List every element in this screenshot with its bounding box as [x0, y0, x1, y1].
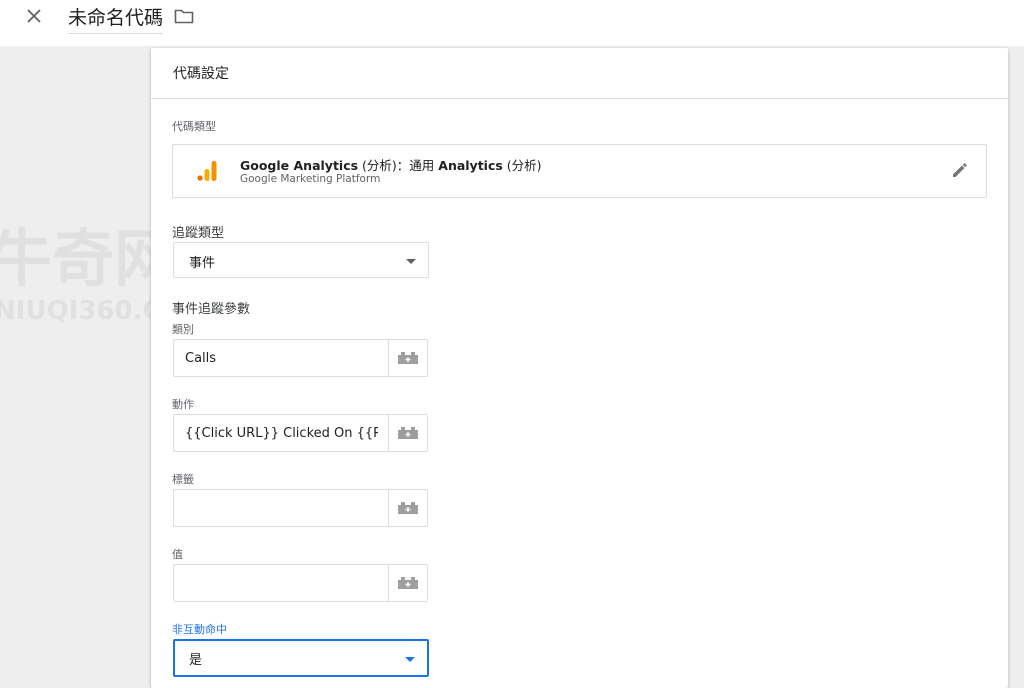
folder-icon[interactable]: [174, 8, 196, 26]
variable-picker-button[interactable]: [388, 340, 427, 376]
google-analytics-logo: [197, 161, 217, 181]
tag-type-name-end: (分析): [502, 158, 542, 173]
label-field: [173, 489, 428, 527]
tag-type-selector[interactable]: Google Analytics (分析)：通用 Analytics (分析) …: [172, 144, 987, 198]
pencil-icon[interactable]: [950, 160, 970, 180]
label-input[interactable]: [174, 490, 389, 526]
category-label: 類別: [172, 323, 194, 336]
variable-picker-button[interactable]: [388, 415, 427, 451]
tag-type-platform: Google Marketing Platform: [240, 173, 381, 185]
variable-brick-icon: [398, 427, 418, 439]
event-params-label: 事件追蹤參數: [172, 302, 251, 317]
variable-brick-icon: [398, 502, 418, 514]
chevron-down-icon: [406, 259, 416, 264]
tag-configuration-card: 代碼設定 代碼類型 Google Analytics (分析)：通用 Analy…: [151, 48, 1008, 688]
close-icon[interactable]: [24, 6, 44, 26]
non-interaction-select[interactable]: 是: [173, 639, 429, 677]
value-input[interactable]: [174, 565, 389, 601]
tag-type-name-bold2: Analytics: [438, 158, 503, 173]
variable-brick-icon: [398, 352, 418, 364]
tag-type-name: Google Analytics (分析)：通用 Analytics (分析): [240, 155, 542, 174]
chevron-down-icon: [405, 657, 415, 662]
action-field: [173, 414, 428, 452]
value-label: 值: [172, 548, 183, 561]
track-type-label: 追蹤類型: [172, 226, 225, 241]
action-input[interactable]: [174, 415, 389, 451]
card-title: 代碼設定: [151, 48, 1008, 99]
watermark-brand-left: 牛奇网: [0, 222, 177, 295]
variable-picker-button[interactable]: [388, 490, 427, 526]
tag-type-name-middle: (分析)：通用: [358, 158, 439, 173]
tag-type-label: 代碼類型: [172, 120, 216, 133]
category-field: [173, 339, 428, 377]
track-type-value: 事件: [189, 256, 216, 271]
non-interaction-label: 非互動命中: [172, 623, 227, 636]
variable-brick-icon: [398, 577, 418, 589]
action-label: 動作: [172, 398, 194, 411]
tag-type-name-bold: Google Analytics: [240, 158, 359, 173]
value-field: [173, 564, 428, 602]
tag-name-field[interactable]: 未命名代碼: [68, 6, 164, 34]
non-interaction-value: 是: [189, 653, 203, 668]
category-input[interactable]: [174, 340, 389, 376]
variable-picker-button[interactable]: [388, 565, 427, 601]
track-type-select[interactable]: 事件: [173, 242, 429, 278]
label-label: 標籤: [172, 473, 194, 486]
top-bar: 未命名代碼: [0, 0, 1024, 46]
